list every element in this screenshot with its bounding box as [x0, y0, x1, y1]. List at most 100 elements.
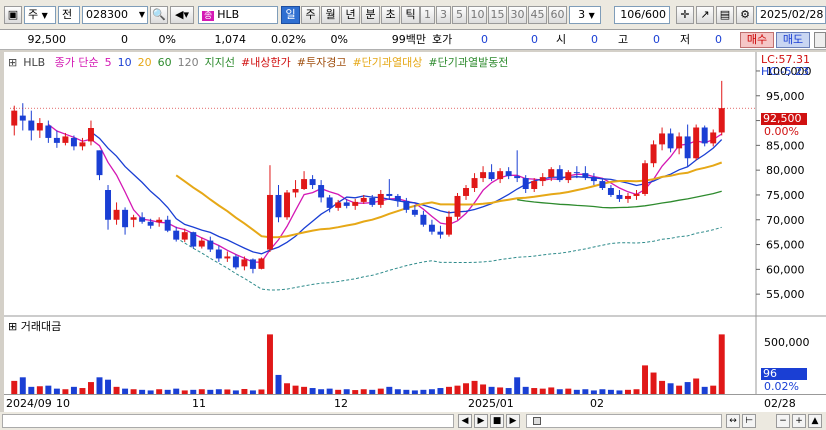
- price-tick-label: 85,000: [766, 139, 805, 152]
- crosshair-icon[interactable]: ✛: [676, 6, 694, 24]
- legend-ma60: 60: [157, 56, 172, 69]
- legend-name: HLB: [23, 56, 46, 69]
- search-icon[interactable]: 🔍: [150, 6, 168, 24]
- candle: [369, 197, 376, 205]
- volume-bar: [87, 382, 94, 394]
- volume-bar: [488, 386, 495, 394]
- period-tab-second[interactable]: 초: [381, 6, 400, 24]
- interval-30[interactable]: 30: [508, 6, 527, 24]
- date-label: 02: [590, 397, 604, 410]
- candle: [599, 181, 606, 189]
- interval-60[interactable]: 60: [548, 6, 567, 24]
- candle: [360, 197, 367, 202]
- volume-bar: [301, 386, 308, 394]
- legend-grid-icon: ⊞: [8, 56, 18, 69]
- chart-settings-icon[interactable]: ↗: [696, 6, 714, 24]
- up-icon[interactable]: ▲: [808, 414, 822, 428]
- zoom-track[interactable]: [526, 414, 722, 428]
- interval-45[interactable]: 45: [528, 6, 547, 24]
- minus-icon[interactable]: −: [776, 414, 790, 428]
- support-line: [175, 226, 722, 291]
- period-select[interactable]: 주 ▼: [24, 6, 56, 24]
- candle: [718, 108, 725, 133]
- quote-more-button[interactable]: [814, 32, 826, 48]
- interval-select[interactable]: 3 ▼: [569, 6, 601, 24]
- chart-legend: ⊞ HLB 종가 단순 5 10 20 60 120 지지선 #내상한가 #투자경고 #단기과열대상…: [8, 54, 514, 70]
- window-icon[interactable]: ▣: [4, 6, 22, 24]
- candle: [420, 214, 427, 225]
- interval-1[interactable]: 1: [420, 6, 435, 24]
- play-icon[interactable]: ▶: [506, 414, 520, 428]
- volume-rate-tag: 0.02%: [764, 380, 799, 393]
- code-input[interactable]: 028300 ▼: [82, 6, 148, 24]
- volume-bar: [701, 386, 708, 394]
- volume-bar: [11, 380, 18, 394]
- volume-bar: [454, 385, 461, 394]
- price-tick-label: 60,000: [766, 263, 805, 276]
- candle: [659, 133, 666, 145]
- buy-button[interactable]: 매수: [740, 32, 774, 48]
- vol-rate2-value: 0%: [330, 33, 348, 46]
- date-label: 10: [56, 397, 70, 410]
- candle: [335, 202, 342, 208]
- speaker-icon[interactable]: ◀▾: [170, 6, 194, 24]
- open-label: 시: [556, 33, 567, 46]
- bottom-scrollbar: ◀ ▶ ■ ▶ ↔ ⊢ − + ▲: [0, 412, 826, 430]
- volume-bar: [386, 386, 393, 394]
- amount-value: 99백만: [391, 33, 426, 46]
- hc-label: HC:-5.23: [761, 65, 810, 78]
- gear-icon[interactable]: ⚙: [736, 6, 754, 24]
- volume-value: 1,074: [214, 33, 247, 46]
- period-tab-year[interactable]: 년: [341, 6, 360, 24]
- legend-warn: #투자경고: [296, 56, 347, 69]
- volume-bar: [693, 378, 700, 394]
- period-tab-day[interactable]: 일: [281, 6, 300, 24]
- candle: [684, 136, 691, 159]
- scroll-right-icon[interactable]: ▶: [474, 414, 488, 428]
- price-chart[interactable]: 100,00095,00090,00085,00080,00075,00070,…: [4, 52, 826, 412]
- hoga-value-1: 0: [481, 33, 488, 46]
- candle: [326, 197, 333, 208]
- interval-5[interactable]: 5: [452, 6, 467, 24]
- legend-short2: #단기과열발동전: [428, 56, 509, 69]
- scroll-left-icon[interactable]: ◀: [458, 414, 472, 428]
- scope-select[interactable]: 전: [58, 6, 80, 24]
- interval-15[interactable]: 15: [488, 6, 507, 24]
- volume-bar: [275, 374, 282, 394]
- candle: [53, 137, 60, 143]
- plus-icon[interactable]: +: [792, 414, 806, 428]
- volume-bar: [284, 383, 291, 394]
- save-icon[interactable]: ▤: [716, 6, 734, 24]
- period-tab-month[interactable]: 월: [321, 6, 340, 24]
- count-field[interactable]: 106/600: [614, 6, 670, 24]
- candle: [633, 193, 640, 196]
- candle: [710, 132, 717, 144]
- price-tick-label: 75,000: [766, 189, 805, 202]
- legend-limit: #내상한가: [241, 56, 291, 69]
- candle: [181, 232, 188, 240]
- sell-button[interactable]: 매도: [776, 32, 810, 48]
- candle: [701, 127, 708, 144]
- name-field[interactable]: 종 HLB: [198, 6, 278, 24]
- volume-bar: [96, 377, 103, 394]
- scroll-track[interactable]: [2, 414, 454, 428]
- volume-bar: [710, 385, 717, 394]
- date-field[interactable]: 2025/02/28: [756, 6, 826, 24]
- candle: [454, 195, 461, 217]
- period-tab-tick[interactable]: 틱: [401, 6, 420, 24]
- candle: [301, 179, 308, 190]
- interval-3[interactable]: 3: [436, 6, 451, 24]
- stop-icon[interactable]: ■: [490, 414, 504, 428]
- candle: [62, 136, 69, 143]
- zoom-out-icon[interactable]: ↔: [726, 414, 740, 428]
- zoom-handle[interactable]: [533, 417, 541, 425]
- candle: [437, 231, 444, 235]
- candle: [556, 169, 563, 181]
- candle: [411, 209, 418, 215]
- period-tab-minute[interactable]: 분: [361, 6, 380, 24]
- chart-area[interactable]: 100,00095,00090,00085,00080,00075,00070,…: [4, 52, 826, 412]
- zoom-reset-icon[interactable]: ⊢: [742, 414, 756, 428]
- candle: [607, 188, 614, 195]
- interval-10[interactable]: 10: [468, 6, 487, 24]
- period-tab-week[interactable]: 주: [301, 6, 320, 24]
